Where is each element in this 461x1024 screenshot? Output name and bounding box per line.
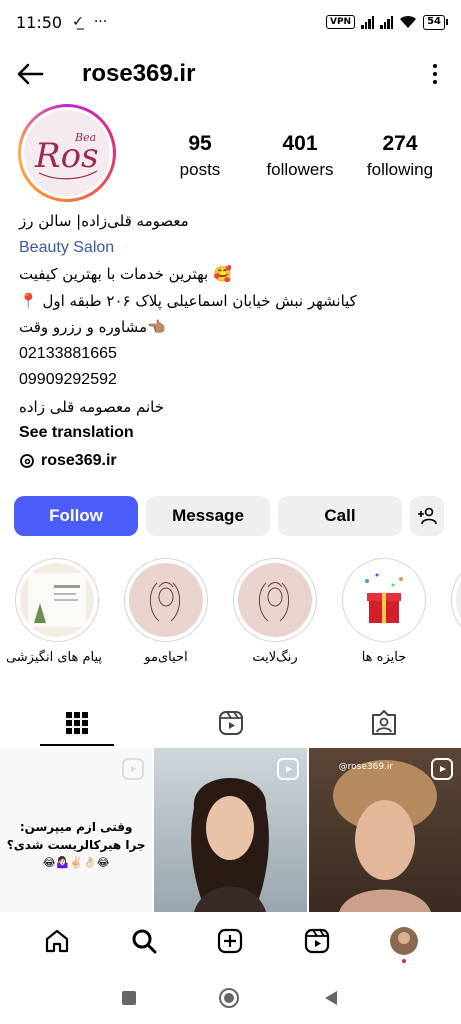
create-icon bbox=[218, 928, 243, 954]
post-watermark: @rose369.ir bbox=[338, 762, 394, 772]
highlight-cover-motivational bbox=[20, 563, 94, 637]
nav-home[interactable] bbox=[37, 921, 77, 961]
profile-category: Beauty Salon bbox=[19, 238, 115, 256]
posts-count: 95 bbox=[188, 132, 212, 155]
status-bar: 11:50 ✓̲ ··· VPN 54 bbox=[0, 0, 461, 44]
highlight-cover-prizes bbox=[347, 563, 421, 637]
posts-label: posts bbox=[179, 160, 221, 179]
tagged-icon bbox=[372, 710, 397, 735]
download-done-icon: ✓̲ bbox=[72, 14, 84, 30]
posts-stat: 95 posts bbox=[150, 132, 250, 180]
message-button[interactable]: Message bbox=[146, 496, 270, 536]
followers-label[interactable]: followers bbox=[250, 160, 350, 180]
wifi-icon bbox=[400, 15, 417, 28]
nav-profile[interactable] bbox=[384, 921, 424, 963]
highlight-cover-hair-revival bbox=[129, 563, 203, 637]
system-back-icon[interactable] bbox=[322, 989, 340, 1007]
bio-phone-1[interactable]: 02133881665 bbox=[19, 341, 449, 368]
highlight-cover-highlight-color bbox=[238, 563, 312, 637]
story-highlights: پیام های انگیزشی احیای‌مو رنگ‌لایت جایزه… bbox=[0, 558, 461, 678]
post-thumbnail[interactable]: وقتی ازم میپرسن: جرا هیرکالریست شدی؟ 😂👌🏻… bbox=[0, 748, 153, 912]
reel-indicator-icon bbox=[276, 758, 299, 780]
recents-icon[interactable] bbox=[121, 990, 137, 1006]
notification-dot bbox=[401, 959, 406, 963]
page-title: rose369.ir bbox=[82, 60, 196, 87]
highlight-item[interactable]: پیام های انگیزشی bbox=[6, 558, 102, 665]
more-notifications-icon: ··· bbox=[93, 14, 108, 30]
nav-create[interactable] bbox=[210, 921, 250, 961]
tab-posts-grid[interactable] bbox=[0, 700, 154, 746]
posts-grid: وقتی ازم میپرسن: جرا هیرکالریست شدی؟ 😂👌🏻… bbox=[0, 748, 461, 912]
call-button[interactable]: Call bbox=[278, 496, 402, 536]
reel-indicator-icon bbox=[122, 758, 145, 780]
nav-reels[interactable] bbox=[297, 921, 337, 961]
bio-line-4: خانم معصومه قلی زاده bbox=[19, 397, 164, 416]
following-label[interactable]: following bbox=[350, 160, 450, 180]
avatar[interactable]: Ros Bea bbox=[18, 104, 116, 202]
reels-nav-icon bbox=[304, 928, 330, 954]
salon-logo: Ros Bea bbox=[24, 110, 110, 196]
system-navigation bbox=[0, 972, 461, 1024]
follow-button[interactable]: Follow bbox=[14, 496, 138, 536]
profile-bio: معصومه قلی‌زاده| سالن رز Beauty Salon 🥰 … bbox=[19, 208, 449, 447]
see-translation-link[interactable]: See translation bbox=[19, 420, 449, 447]
bio-line-2: کیانشهر نبش خیابان اسماعیلی پلاک ۲۰۶ طبق… bbox=[19, 291, 357, 310]
search-icon bbox=[132, 929, 157, 954]
signal-2-icon bbox=[380, 15, 394, 29]
highlight-label[interactable]: رنگ‌لایت bbox=[230, 650, 320, 665]
highlight-item[interactable]: جایزه ها bbox=[339, 558, 429, 665]
profile-avatar-icon bbox=[389, 927, 418, 955]
profile-action-buttons: Follow Message Call bbox=[14, 496, 460, 536]
following-stat[interactable]: 274 following bbox=[350, 132, 450, 180]
highlight-item[interactable]: احیای‌مو bbox=[121, 558, 211, 665]
bio-phone-2[interactable]: 09909292592 bbox=[19, 367, 449, 394]
post-caption: وقتی ازم میپرسن: جرا هیرکالریست شدی؟ 😂👌🏻… bbox=[0, 818, 152, 872]
vpn-icon: VPN bbox=[325, 15, 356, 29]
threads-icon bbox=[20, 454, 34, 468]
post-caption-line-2: جرا هیرکالریست شدی؟ bbox=[6, 838, 146, 852]
bio-line-3: 👈🏽مشاوره و رزرو وقت bbox=[19, 318, 166, 336]
threads-link[interactable]: rose369.ir bbox=[19, 452, 117, 470]
grid-icon bbox=[65, 712, 88, 734]
tab-reels[interactable] bbox=[154, 700, 308, 746]
highlight-label[interactable]: پیام های انگیزشی bbox=[6, 650, 102, 665]
post-caption-line-1: وقتی ازم میپرسن: bbox=[19, 820, 133, 834]
more-icon[interactable] bbox=[425, 64, 445, 84]
threads-handle[interactable]: rose369.ir bbox=[41, 452, 117, 470]
highlight-label[interactable]: جایزه ها bbox=[339, 650, 429, 665]
post-thumbnail[interactable]: @rose369.ir bbox=[308, 748, 461, 912]
battery-icon: 54 bbox=[423, 14, 448, 30]
avatar-logo-sub: Bea bbox=[74, 131, 96, 144]
profile-name: معصومه قلی‌زاده| سالن رز bbox=[19, 212, 189, 230]
tab-tagged[interactable] bbox=[307, 700, 461, 746]
following-count[interactable]: 274 bbox=[350, 132, 450, 156]
profile-tabs bbox=[0, 700, 461, 746]
home-icon bbox=[46, 929, 69, 953]
nav-search[interactable] bbox=[124, 921, 164, 961]
back-arrow-icon[interactable] bbox=[16, 58, 48, 90]
highlight-item[interactable]: رنگ‌لایت bbox=[230, 558, 320, 665]
signal-icon bbox=[361, 15, 375, 29]
status-right-icons: VPN 54 bbox=[325, 14, 448, 30]
status-time: 11:50 bbox=[16, 12, 63, 32]
followers-stat[interactable]: 401 followers bbox=[250, 132, 350, 180]
profile-header: rose369.ir bbox=[0, 50, 461, 98]
followers-count[interactable]: 401 bbox=[250, 132, 350, 156]
highlight-label[interactable]: احیای‌مو bbox=[121, 650, 211, 665]
post-thumbnail[interactable] bbox=[154, 748, 307, 912]
reel-indicator-icon bbox=[430, 758, 453, 780]
post-caption-emojis: 😂👌🏻✌🏻🤷🏻‍♀️😂 bbox=[42, 856, 110, 869]
bio-line-1: 🥰 بهترین خدمات با بهترین کیفیت bbox=[19, 265, 232, 283]
add-person-button[interactable] bbox=[410, 496, 444, 536]
status-notification-icons: ✓̲ ··· bbox=[72, 14, 107, 30]
home-button-icon[interactable] bbox=[218, 987, 240, 1009]
profile-stats: 95 posts 401 followers 274 following bbox=[150, 132, 450, 180]
reels-icon bbox=[218, 711, 243, 735]
bottom-navigation bbox=[0, 912, 461, 970]
add-person-icon bbox=[418, 507, 437, 525]
highlight-item-partial[interactable] bbox=[448, 558, 461, 642]
